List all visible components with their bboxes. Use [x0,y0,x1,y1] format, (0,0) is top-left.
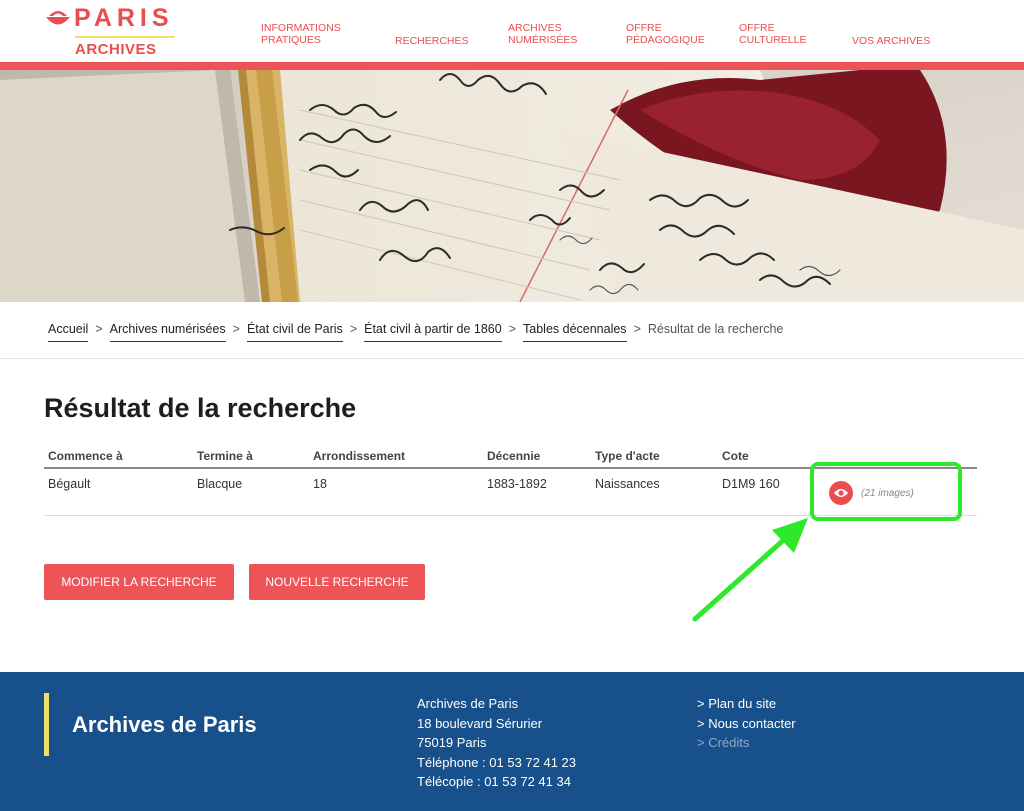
breadcrumb-separator: > [232,322,240,336]
handwritten-register-illustration [0,70,1024,302]
footer-accent-bar [44,693,49,756]
column-header-termine: Termine à [197,449,253,463]
footer-link-plan-du-site[interactable]: > Plan du site [697,694,796,714]
modify-search-button[interactable]: MODIFIER LA RECHERCHE [44,564,234,600]
column-header-cote: Cote [722,449,749,463]
nav-offre-pedagogique[interactable]: OFFRE PÉDAGOGIQUE [626,22,705,46]
footer-address-line: 75019 Paris [417,735,487,751]
banner-image [0,70,1024,302]
breadcrumb-separator: > [95,322,103,336]
footer-address-line: 18 boulevard Sérurier [417,715,543,731]
footer-links: > Plan du site > Nous contacter > Crédit… [697,694,796,753]
breadcrumb-etat-civil-1860[interactable]: État civil à partir de 1860 [364,322,502,342]
footer-address: Archives de Paris 18 boulevard Sérurier … [417,694,576,792]
logo-divider [75,36,175,38]
site-footer: Archives de Paris Archives de Paris 18 b… [0,672,1024,811]
cell-termine: Blacque [197,477,243,491]
breadcrumb-separator: > [349,322,358,336]
column-header-decennie: Décennie [487,449,541,463]
cell-decennie: 1883-1892 [487,477,547,491]
nav-vos-archives[interactable]: VOS ARCHIVES [852,35,930,47]
column-header-type-acte: Type d'acte [595,449,660,463]
site-header: PARIS ARCHIVES INFORMATIONS PRATIQUES RE… [0,0,1024,62]
highlight-box [810,462,962,521]
nav-offre-culturelle[interactable]: OFFRE CULTURELLE [739,22,807,46]
footer-link-nous-contacter[interactable]: > Nous contacter [697,714,796,734]
paris-boat-icon [46,11,70,25]
logo-subtitle: ARCHIVES [75,41,157,58]
breadcrumb-separator: > [633,322,641,336]
footer-phone: Téléphone : 01 53 72 41 23 [417,754,577,770]
breadcrumb-archives-numerisees[interactable]: Archives numérisées [109,322,226,342]
logo-wordmark: PARIS [74,4,174,32]
paris-archives-logo[interactable]: PARIS ARCHIVES [44,4,194,60]
breadcrumb-etat-civil-paris[interactable]: État civil de Paris [246,322,343,342]
cell-cote: D1M9 160 [722,477,780,491]
cell-arrondissement: 18 [313,477,327,491]
nav-informations-pratiques[interactable]: INFORMATIONS PRATIQUES [261,22,341,46]
page-title: Résultat de la recherche [44,393,357,423]
cell-type-acte: Naissances [595,477,660,491]
column-header-arrondissement: Arrondissement [313,449,406,463]
breadcrumb-current: Résultat de la recherche [647,322,784,336]
footer-fax: Télécopie : 01 53 72 41 34 [417,774,571,790]
breadcrumb: Accueil > Archives numérisées > État civ… [48,322,783,346]
footer-title: Archives de Paris [72,712,257,737]
cell-commence: Bégault [48,477,91,491]
breadcrumb-divider [0,358,1024,359]
breadcrumb-tables-decennales[interactable]: Tables décennales [523,322,627,342]
footer-link-credits[interactable]: > Crédits [697,733,796,753]
new-search-button[interactable]: NOUVELLE RECHERCHE [249,564,425,600]
footer-address-line: Archives de Paris [417,696,519,711]
breadcrumb-separator: > [508,322,517,336]
nav-archives-numerisees[interactable]: ARCHIVES NUMÉRISÉES [508,22,577,46]
header-accent-bar [0,62,1024,70]
column-header-commence: Commence à [48,449,123,463]
nav-recherches[interactable]: RECHERCHES [395,35,469,47]
breadcrumb-accueil[interactable]: Accueil [48,322,89,342]
